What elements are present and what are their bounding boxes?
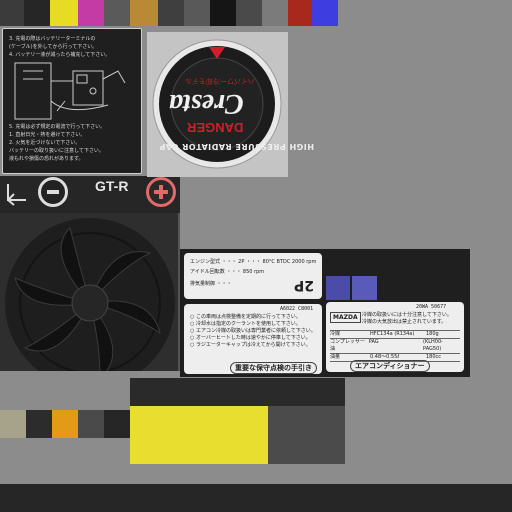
radiator-cap-ring-text: HIGH PRESSURE RADIATOR CAP	[159, 142, 314, 151]
battery-model: GT-R	[95, 178, 129, 194]
top-swatch	[262, 0, 288, 26]
bottom-swatch	[52, 410, 78, 438]
radiator-cap-panel: ハイパワー冷却モデル Cresta DANGER HIGH PRESSURE R…	[147, 32, 314, 177]
blue-swatch	[352, 276, 377, 300]
battery-instruction-panel: 3. 充電の際はバッテリーターミナルの (ケーブル)を外してから行って下さい。 …	[2, 28, 142, 174]
aircon-lines: 冷媒の取扱いには十分注意して下さい。 冷媒の大気放出は禁止されています。	[362, 312, 452, 326]
engine-spec-row: エンジン型式 ・・・ 2P ・・・ 80°C BTDC 2000 rpm	[190, 259, 317, 265]
maintenance-code: A6022 C8001	[280, 306, 314, 312]
top-swatch	[50, 0, 78, 26]
top-swatch	[210, 0, 236, 26]
radiator-cap-jp-line: ハイパワー冷却モデル	[185, 77, 255, 85]
maintenance-line: ○ ラジエーターキャップは冷えてから開けて下さい。	[190, 342, 311, 348]
battery-instruction-line: 4. バッテリー液が減ったら補充して下さい。	[9, 52, 111, 58]
aircon-line: 冷媒の大気放出は禁止されています。	[362, 319, 447, 325]
bottom-swatch	[104, 410, 130, 438]
dark-swatch	[130, 378, 345, 406]
battery-instruction-line: (ケーブル)を外してから行って下さい。	[9, 44, 98, 50]
maintenance-lines: ○ この車両は点検整備を定期的に行って下さい。 ○ 冷却水は指定のクーラントを使…	[190, 314, 316, 349]
radiator-cap-brand: Cresta	[169, 88, 244, 119]
maintenance-line: ○ エアコン冷媒の取扱いは専門業者に依頼して下さい。	[190, 328, 316, 334]
battery-diagram-icon	[14, 62, 126, 120]
engine-code: 2P	[294, 277, 315, 293]
aircon-spec-table: 冷媒 HFC134a (R134a) 180g コンプレッサー油 PAG (KL…	[330, 330, 460, 362]
top-swatch	[184, 0, 210, 26]
grey-swatch	[268, 406, 345, 464]
maintenance-line: ○ 冷却水は指定のクーラントを使用して下さい。	[190, 321, 301, 327]
top-swatch	[0, 0, 24, 26]
bottom-swatch	[78, 410, 104, 438]
maintenance-line: ○ オーバーヒートした時は速やかに停車して下さい。	[190, 335, 311, 341]
maintenance-label: A6022 C8001 ○ この車両は点検整備を定期的に行って下さい。 ○ 冷却…	[184, 304, 322, 374]
aircon-title: エアコンディショナー	[350, 360, 430, 372]
battery-instructions-top: 3. 充電の際はバッテリーターミナルの (ケーブル)を外してから行って下さい。 …	[9, 35, 110, 59]
engine-spec-row: アイドル回転数 ・・・ 850 rpm	[190, 269, 265, 275]
blue-swatch	[326, 276, 350, 300]
engine-spec-row: 排気量制御 ・・・	[190, 281, 232, 287]
top-swatch	[236, 0, 262, 26]
arrow-icon	[7, 184, 26, 206]
battery-instruction-line: 3. 充電の際はバッテリーターミナルの	[9, 36, 96, 42]
yellow-swatch	[130, 406, 268, 464]
aircon-line: 冷媒の取扱いには十分注意して下さい。	[362, 312, 452, 318]
fan-panel	[0, 213, 180, 371]
minus-icon	[38, 177, 68, 207]
battery-instruction-line: 液もれや損傷の恐れがあります。	[9, 156, 84, 162]
engine-spec-label: エンジン型式 ・・・ 2P ・・・ 80°C BTDC 2000 rpm アイド…	[184, 253, 322, 299]
plus-icon	[146, 177, 176, 207]
aircon-label: 20WA 50677 MAZDA 冷媒の取扱いには十分注意して下さい。 冷媒の大…	[326, 302, 464, 372]
battery-instructions-bottom: 5. 充電は必ず規定の電流で行って下さい。 1. 直射日光・熱を避けて下さい。 …	[9, 123, 105, 163]
top-swatch	[130, 0, 158, 26]
table-row: コンプレッサー油 PAG (KLH00-PAG50)	[330, 338, 460, 353]
battery-instruction-line: 5. 充電は必ず規定の電流で行って下さい。	[9, 124, 106, 130]
top-swatch	[104, 0, 130, 26]
battery-instruction-line: 2. 火気を近づけないで下さい。	[9, 140, 81, 146]
aircon-code: 20WA 50677	[416, 304, 447, 310]
top-swatch-strip	[0, 0, 512, 26]
top-swatch	[24, 0, 50, 26]
top-swatch	[312, 0, 338, 26]
top-swatch	[78, 0, 104, 26]
aircon-maker: MAZDA	[330, 312, 361, 323]
bottom-swatch-strip	[0, 410, 130, 438]
radiator-cap-danger: DANGER	[187, 120, 244, 135]
battery-instruction-line: バッテリーの取り扱いに注意して下さい。	[9, 148, 104, 154]
maintenance-title: 重要な保守点検の手引き	[230, 362, 317, 374]
maintenance-line: ○ この車両は点検整備を定期的に行って下さい。	[190, 314, 301, 320]
top-swatch	[288, 0, 312, 26]
table-row: 冷媒 HFC134a (R134a) 180g	[330, 330, 460, 338]
top-swatch	[158, 0, 184, 26]
bottom-swatch	[26, 410, 52, 438]
fan-icon	[5, 218, 175, 371]
bottom-swatch	[0, 410, 26, 438]
bottom-band	[0, 484, 512, 512]
battery-instruction-line: 1. 直射日光・熱を避けて下さい。	[9, 132, 86, 138]
